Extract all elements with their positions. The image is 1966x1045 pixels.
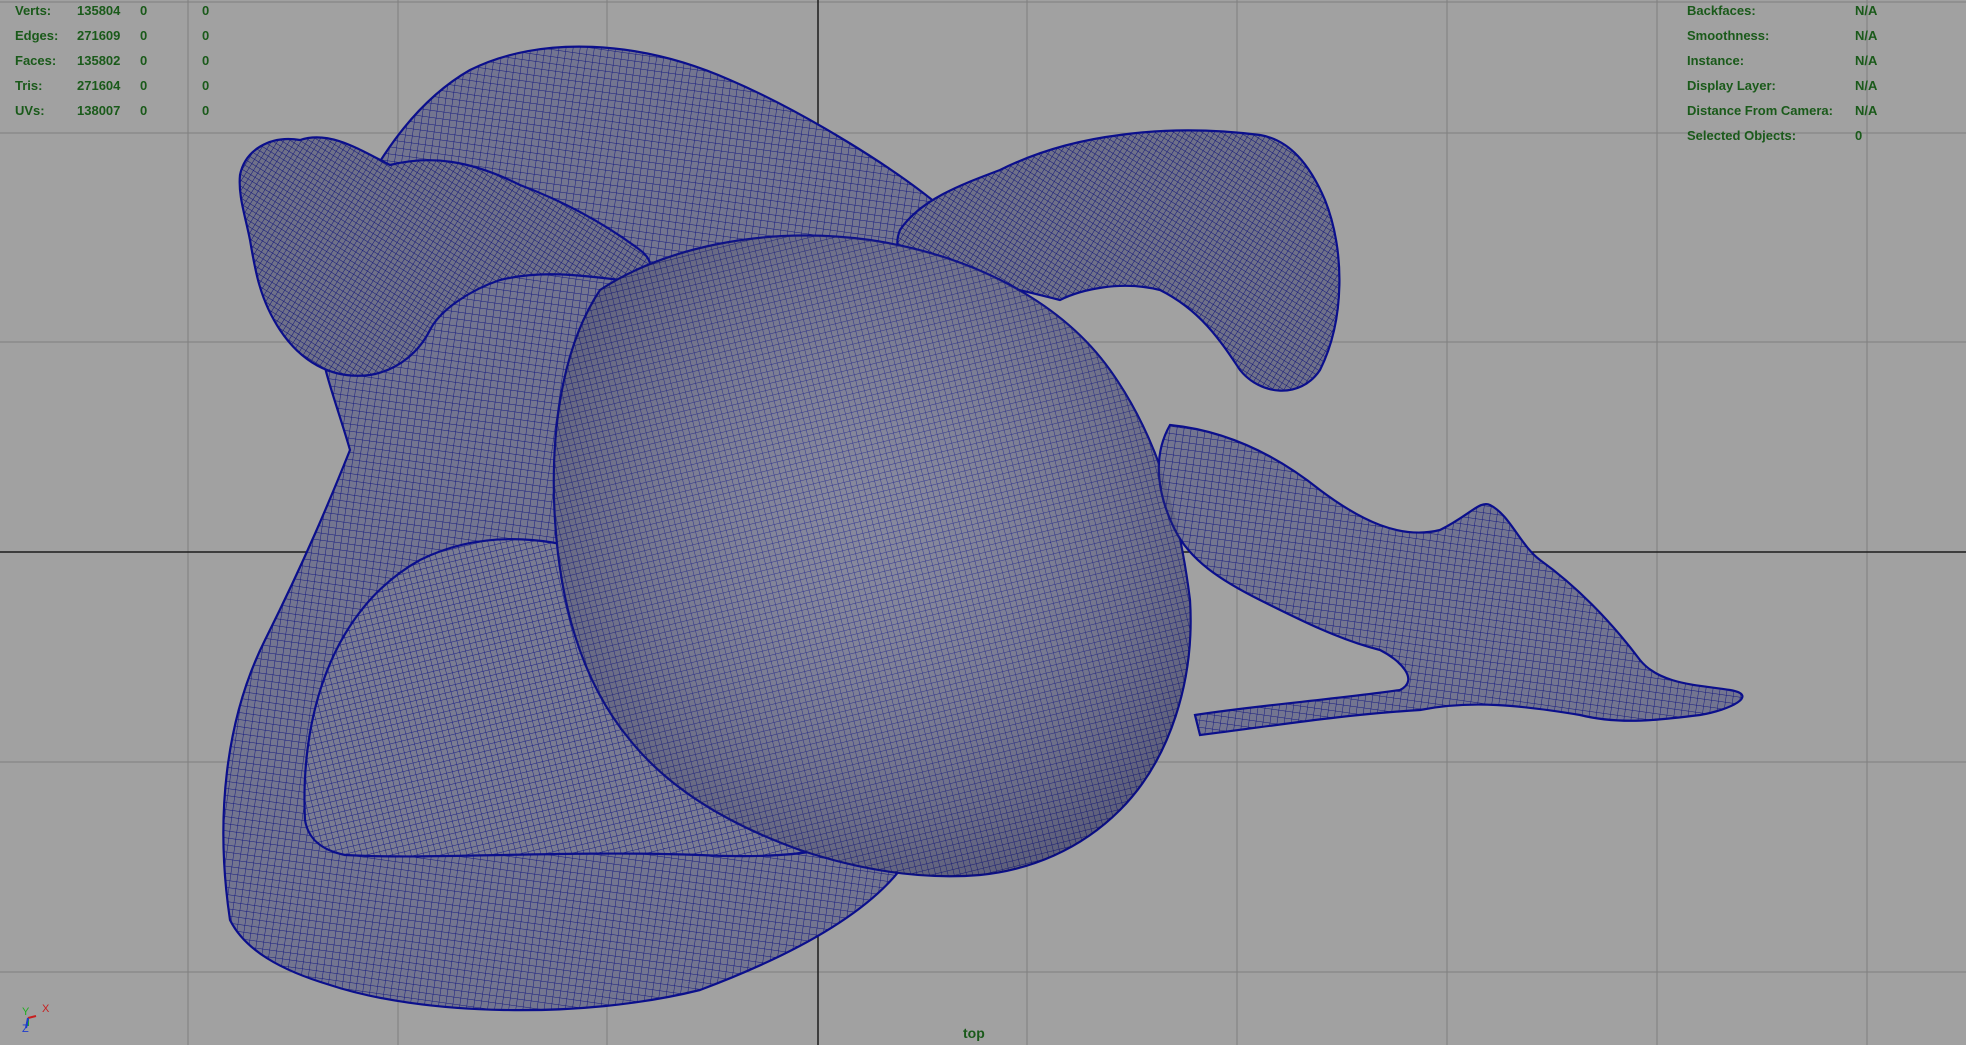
hud-label: UVs: bbox=[15, 103, 45, 118]
viewport-grid bbox=[0, 0, 1966, 1045]
hud-label: Instance: bbox=[1687, 53, 1745, 68]
hud-value-selection: 0 bbox=[140, 53, 148, 68]
hud-label: Faces: bbox=[15, 53, 57, 68]
hud-value-selection: 0 bbox=[140, 103, 148, 118]
hud-value: N/A bbox=[1855, 3, 1878, 18]
hud-label: Backfaces: bbox=[1687, 3, 1756, 18]
hud-value-selection: 0 bbox=[140, 28, 148, 43]
hud-value: N/A bbox=[1855, 28, 1878, 43]
hud-value-component: 0 bbox=[202, 78, 210, 93]
axis-z-label: Z bbox=[22, 1023, 29, 1035]
hud-value: N/A bbox=[1855, 53, 1878, 68]
hud-row-edges: Edges: 271609 0 0 bbox=[15, 23, 255, 48]
hud-row-tris: Tris: 271604 0 0 bbox=[15, 73, 255, 98]
hud-row-display-layer: Display Layer: N/A bbox=[1687, 73, 1957, 98]
perspective-viewport[interactable]: Verts: 135804 0 0 Edges: 271609 0 0 Face… bbox=[0, 0, 1966, 1045]
axis-x-label: X bbox=[42, 1003, 50, 1015]
hud-label: Smoothness: bbox=[1687, 28, 1770, 43]
axis-y-label: Y bbox=[22, 1006, 30, 1018]
hud-label: Verts: bbox=[15, 3, 52, 18]
hud-value-object: 135804 bbox=[77, 3, 121, 18]
hud-value: N/A bbox=[1855, 103, 1878, 118]
hud-label: Tris: bbox=[15, 78, 43, 93]
hud-value: N/A bbox=[1855, 78, 1878, 93]
hud-row-verts: Verts: 135804 0 0 bbox=[15, 0, 255, 23]
hud-value-object: 135802 bbox=[77, 53, 121, 68]
hud-row-distance-from-camera: Distance From Camera: N/A bbox=[1687, 98, 1957, 123]
hud-row-instance: Instance: N/A bbox=[1687, 48, 1957, 73]
hud-value: 0 bbox=[1855, 128, 1863, 143]
hud-label: Distance From Camera: bbox=[1687, 103, 1833, 118]
hud-value-component: 0 bbox=[202, 53, 210, 68]
hud-row-selected-objects: Selected Objects: 0 bbox=[1687, 123, 1957, 148]
hud-value-component: 0 bbox=[202, 3, 210, 18]
hud-value-object: 271609 bbox=[77, 28, 121, 43]
hud-label: Selected Objects: bbox=[1687, 128, 1797, 143]
hud-value-selection: 0 bbox=[140, 78, 148, 93]
object-details-hud: Backfaces: N/A Smoothness: N/A Instance:… bbox=[1687, 0, 1957, 148]
hud-label: Display Layer: bbox=[1687, 78, 1776, 93]
hud-row-uvs: UVs: 138007 0 0 bbox=[15, 98, 255, 123]
hud-label: Edges: bbox=[15, 28, 59, 43]
camera-name-label: top bbox=[963, 1025, 985, 1041]
hud-row-smoothness: Smoothness: N/A bbox=[1687, 23, 1957, 48]
hud-row-backfaces: Backfaces: N/A bbox=[1687, 0, 1957, 23]
hud-value-component: 0 bbox=[202, 28, 210, 43]
sculpt-mesh-wireframe bbox=[222, 45, 1744, 1012]
poly-count-hud: Verts: 135804 0 0 Edges: 271609 0 0 Face… bbox=[15, 0, 255, 123]
hud-row-faces: Faces: 135802 0 0 bbox=[15, 48, 255, 73]
hud-value-object: 138007 bbox=[77, 103, 121, 118]
mesh-forearm-hand bbox=[1157, 423, 1744, 737]
hud-value-component: 0 bbox=[202, 103, 210, 118]
hud-value-selection: 0 bbox=[140, 3, 148, 18]
axis-gizmo-icon: Y X Z bbox=[22, 1003, 50, 1035]
hud-value-object: 271604 bbox=[77, 78, 121, 93]
